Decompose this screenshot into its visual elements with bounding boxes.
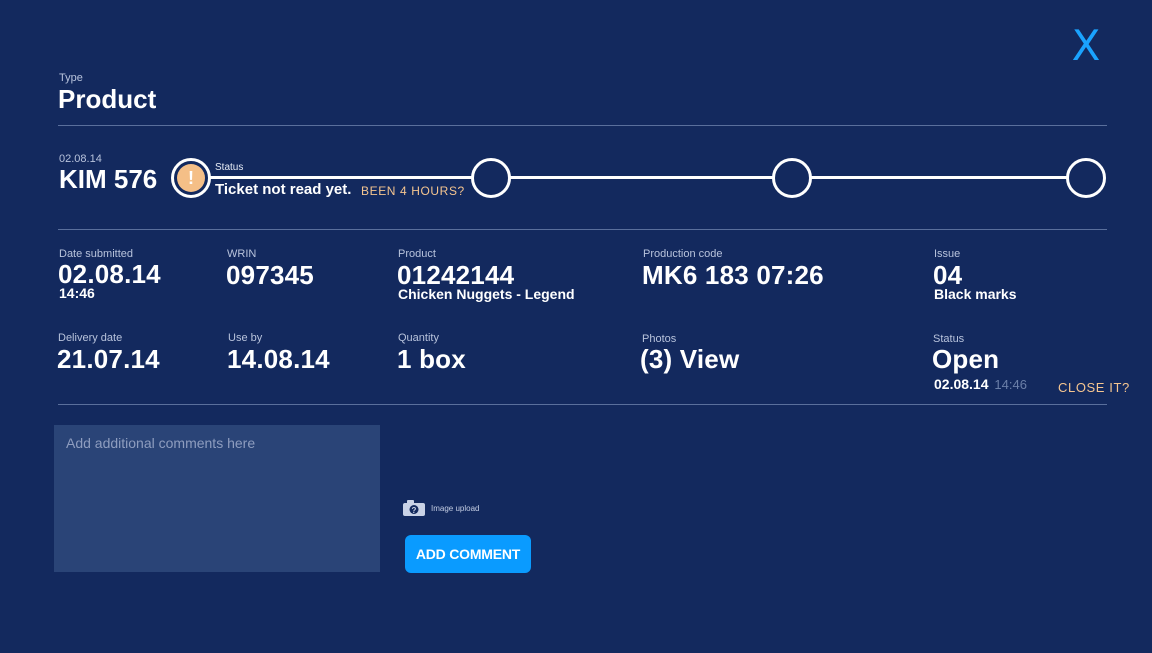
image-upload-label: Image upload [431, 503, 480, 513]
quantity-label: Quantity [398, 332, 439, 344]
status-timestamp: 02.08.14 14:46 [934, 376, 1027, 393]
close-ticket-link[interactable]: CLOSE IT? [1058, 380, 1130, 395]
timeline-step-2[interactable] [471, 158, 511, 198]
timeline-line [210, 176, 474, 179]
timeline-step-current[interactable]: ! [171, 158, 211, 198]
product-name-value: Chicken Nuggets - Legend [398, 286, 575, 302]
product-label: Product [398, 248, 436, 260]
type-value: Product [58, 84, 157, 114]
delivery-date-value: 21.07.14 [57, 344, 160, 374]
ticket-status-value: Open [932, 344, 1000, 374]
elapsed-time-link[interactable]: BEEN 4 HOURS? [361, 184, 465, 198]
type-label: Type [59, 72, 83, 84]
timeline-step-4[interactable] [1066, 158, 1106, 198]
warning-icon: ! [177, 164, 205, 192]
product-code-value: 01242144 [397, 260, 515, 290]
comment-input[interactable] [54, 425, 380, 572]
image-upload-button[interactable]: ? Image upload [403, 500, 479, 516]
camera-icon: ? [403, 500, 425, 516]
use-by-label: Use by [228, 332, 263, 344]
timeline-step-3[interactable] [772, 158, 812, 198]
wrin-value: 097345 [226, 260, 314, 290]
issue-code-value: 04 [933, 260, 963, 290]
svg-text:?: ? [412, 506, 417, 515]
status-time: 14:46 [994, 377, 1027, 392]
timeline-line [811, 176, 1069, 179]
delivery-date-label: Delivery date [58, 332, 123, 344]
status-value: Ticket not read yet. [215, 181, 352, 198]
issue-label: Issue [934, 248, 961, 260]
divider [58, 404, 1107, 405]
add-comment-button[interactable]: ADD COMMENT [405, 535, 531, 573]
production-code-value: MK6 183 07:26 [642, 260, 824, 290]
quantity-value: 1 box [397, 344, 466, 374]
issue-description-value: Black marks [934, 286, 1017, 302]
date-submitted-value: 02.08.14 [58, 259, 161, 289]
status-label: Status [215, 162, 244, 173]
time-submitted-value: 14:46 [59, 285, 95, 301]
production-code-label: Production code [643, 248, 723, 260]
use-by-value: 14.08.14 [227, 344, 330, 374]
timeline-line [510, 176, 775, 179]
divider [58, 125, 1107, 126]
divider [58, 229, 1107, 230]
status-date: 02.08.14 [934, 376, 989, 392]
view-photos-link[interactable]: (3) View [640, 345, 739, 373]
ticket-id: KIM 576 [59, 164, 158, 194]
wrin-label: WRIN [227, 248, 257, 260]
close-icon[interactable]: X [1068, 25, 1104, 67]
